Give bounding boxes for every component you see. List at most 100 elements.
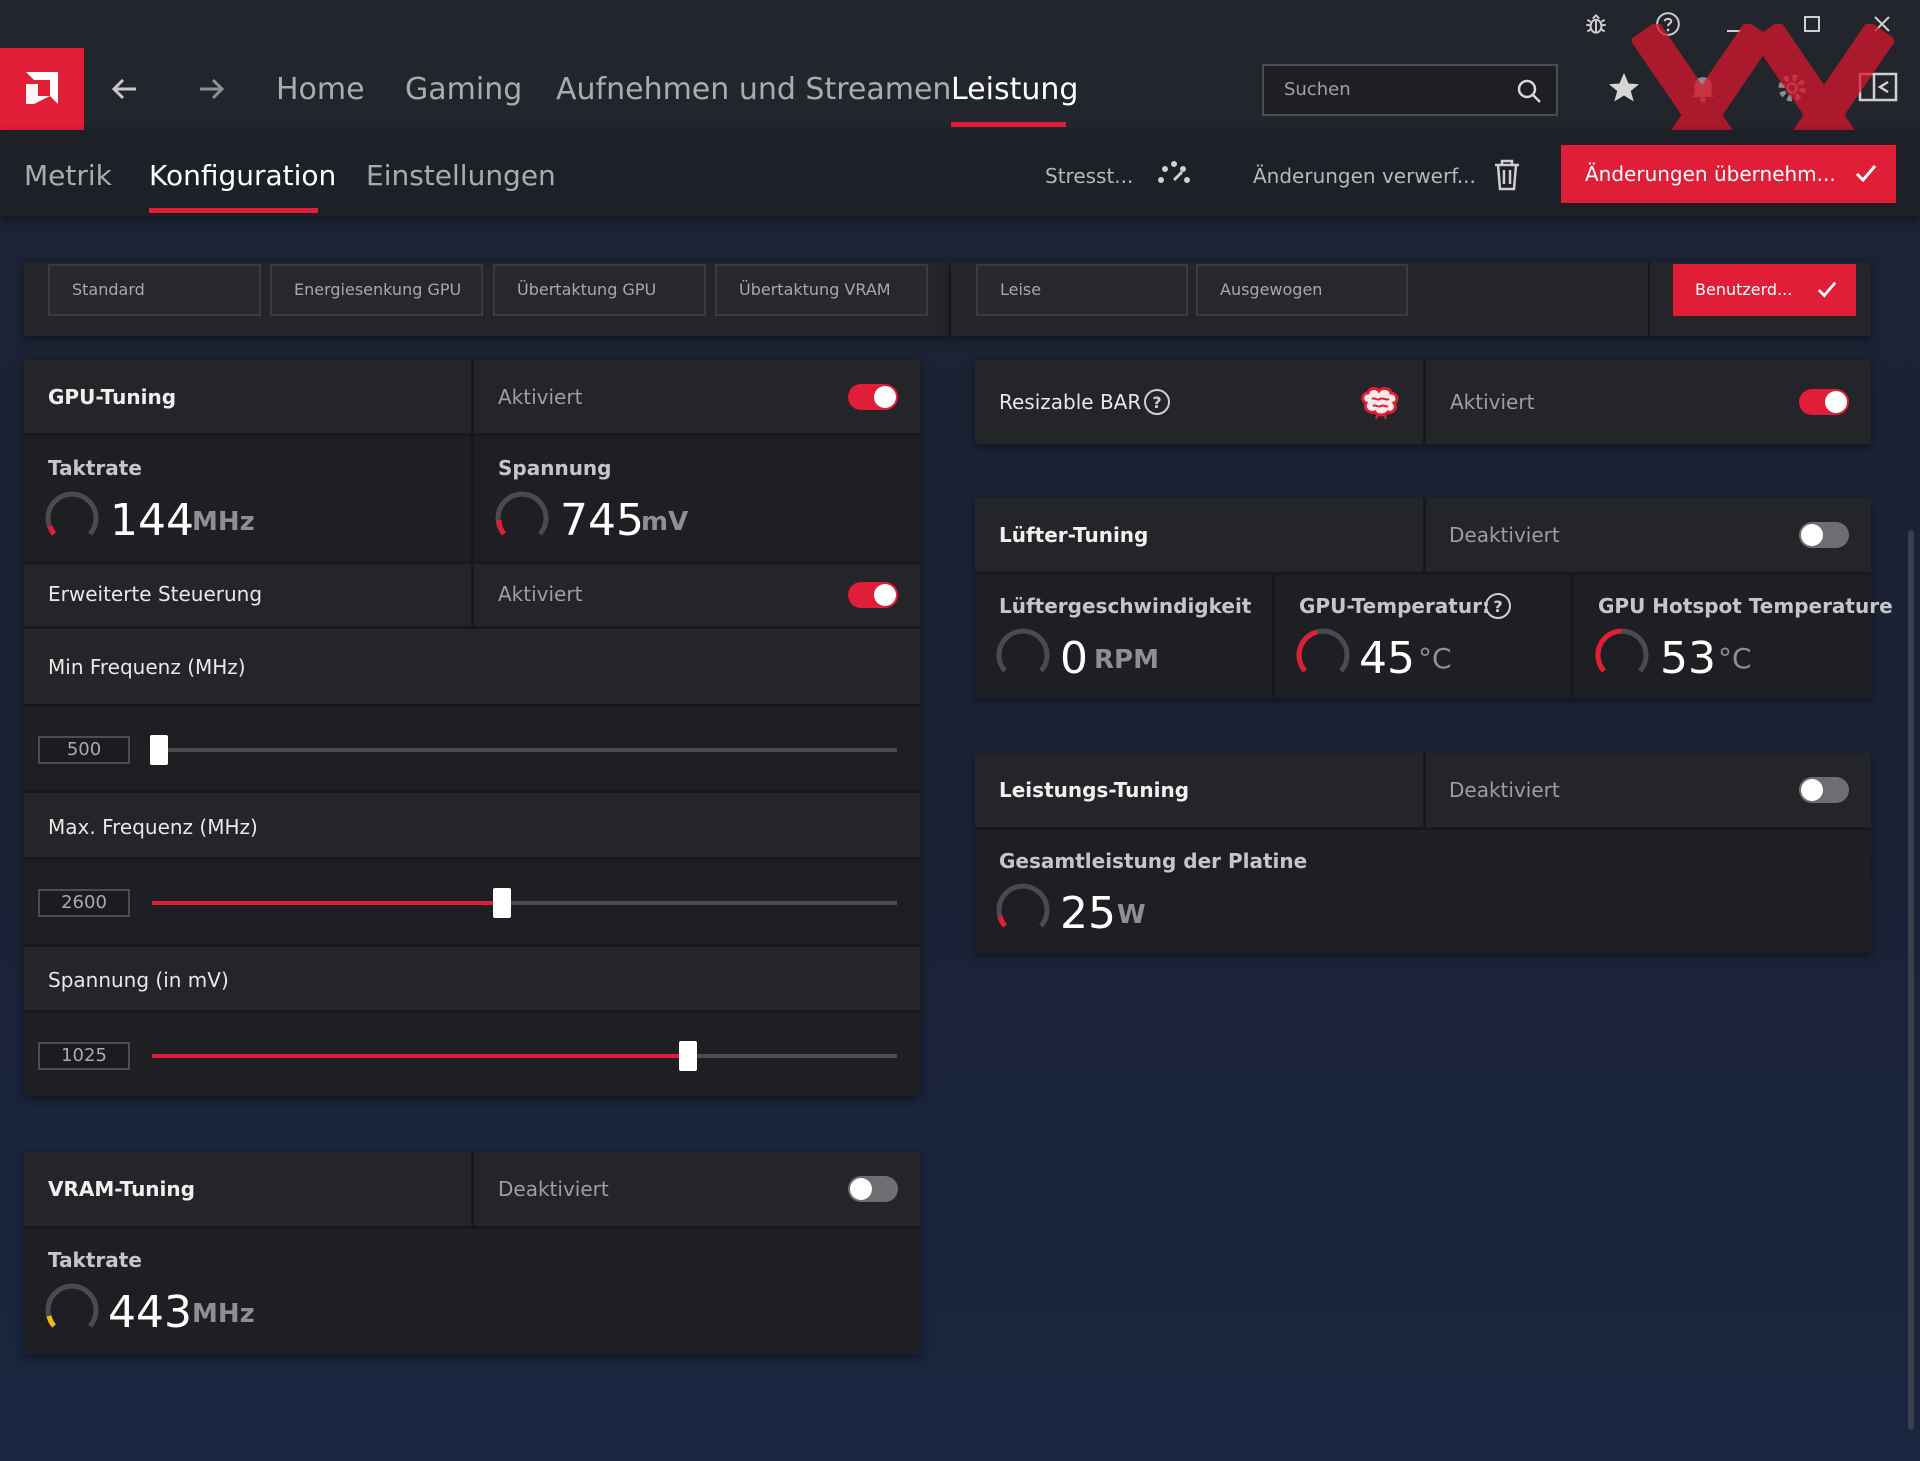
nav-performance[interactable]: Leistung (951, 70, 1078, 110)
preset-gpu-undervolt[interactable]: Energiesenkung GPU (270, 264, 483, 316)
column-divider (471, 1152, 474, 1226)
hotspot-temperature-unit: °C (1718, 642, 1752, 675)
gpu-clock-unit: MHz (192, 507, 255, 537)
nav-record-stream[interactable]: Aufnehmen und Streamen (556, 70, 951, 110)
search-icon[interactable] (1516, 78, 1542, 108)
max-frequency-slider-fill (152, 901, 502, 905)
max-frequency-input[interactable]: 2600 (38, 889, 130, 917)
apply-changes-button[interactable]: Änderungen übernehm... (1561, 145, 1896, 203)
maximize-icon[interactable] (1792, 6, 1832, 42)
help-icon[interactable]: ? (1144, 389, 1170, 415)
vram-clock-value: 443 (108, 1287, 192, 1338)
vram-clock-unit: MHz (192, 1299, 255, 1329)
stress-test-gauge-icon[interactable] (1154, 156, 1194, 192)
scrollbar-thumb[interactable] (1908, 530, 1914, 1430)
advanced-control-toggle[interactable] (848, 582, 898, 608)
board-power-unit: W (1117, 900, 1146, 930)
board-power-value: 25 (1060, 888, 1116, 939)
search-input[interactable]: Suchen (1262, 64, 1558, 116)
min-frequency-slider-thumb[interactable] (150, 735, 168, 765)
favorites-star-icon[interactable] (1606, 70, 1646, 110)
preset-vram-overclock[interactable]: Übertaktung VRAM (715, 264, 928, 316)
nav-home[interactable]: Home (276, 70, 365, 110)
column-divider (1571, 575, 1574, 698)
amd-logo[interactable] (0, 48, 84, 130)
fan-speed-value: 0 (1060, 633, 1088, 684)
preset-quiet[interactable]: Leise (976, 264, 1188, 316)
vram-clock-gauge-icon (44, 1282, 100, 1338)
help-icon[interactable] (1648, 6, 1688, 42)
brain-icon[interactable] (1358, 383, 1402, 423)
toggle-knob (1825, 391, 1847, 413)
back-arrow-icon[interactable] (100, 62, 150, 116)
sidebar-toggle-icon[interactable] (1858, 70, 1900, 110)
min-frequency-input[interactable]: 500 (38, 736, 130, 764)
column-divider (1423, 498, 1426, 572)
fan-speed-gauge-icon (995, 627, 1051, 683)
fan-tuning-title: Lüfter-Tuning (999, 523, 1149, 547)
stress-test-label[interactable]: Stresst... (1045, 160, 1133, 192)
tab-active-indicator (149, 208, 318, 213)
gpu-voltage-unit: mV (641, 507, 689, 537)
advanced-control-label: Erweiterte Steuerung (48, 582, 263, 606)
help-icon[interactable]: ? (1485, 593, 1511, 619)
settings-gear-icon[interactable] (1774, 70, 1814, 110)
trash-icon[interactable] (1492, 158, 1526, 192)
resizable-bar-title: Resizable BAR (999, 390, 1142, 414)
row-divider (24, 626, 920, 629)
minimize-icon[interactable] (1714, 6, 1754, 42)
discard-changes-label[interactable]: Änderungen verwerf... (1253, 160, 1476, 192)
toggle-knob (1801, 779, 1823, 801)
row-divider (24, 790, 920, 793)
gpu-voltage-label: Spannung (498, 456, 612, 480)
preset-gpu-overclock[interactable]: Übertaktung GPU (493, 264, 706, 316)
vram-tuning-state: Deaktiviert (498, 1177, 609, 1201)
voltage-setting-input[interactable]: 1025 (38, 1042, 130, 1070)
apply-changes-label: Änderungen übernehm... (1585, 162, 1836, 186)
forward-arrow-icon[interactable] (186, 62, 236, 116)
row-divider (24, 561, 920, 564)
vram-tuning-toggle[interactable] (848, 1176, 898, 1202)
resizable-bar-toggle[interactable] (1799, 389, 1849, 415)
gpu-tuning-toggle[interactable] (848, 384, 898, 410)
gpu-voltage-gauge-icon (494, 490, 550, 546)
min-frequency-label: Min Frequenz (MHz) (48, 655, 246, 679)
preset-custom-button[interactable]: Benutzerd... (1673, 264, 1856, 316)
row-divider (24, 944, 920, 947)
voltage-setting-slider-thumb[interactable] (679, 1041, 697, 1071)
gpu-temperature-value: 45 (1359, 633, 1415, 684)
gpu-voltage-value: 745 (560, 495, 644, 546)
board-power-label: Gesamtleistung der Platine (999, 849, 1308, 873)
gpu-tuning-state: Aktiviert (498, 385, 583, 409)
bug-report-icon[interactable] (1576, 6, 1616, 42)
gpu-clock-gauge-icon (44, 490, 100, 546)
toggle-knob (874, 584, 896, 606)
tab-configuration[interactable]: Konfiguration (149, 158, 336, 194)
voltage-setting-slider-fill (152, 1054, 688, 1058)
min-frequency-slider-track[interactable] (152, 748, 897, 752)
max-frequency-slider-thumb[interactable] (493, 888, 511, 918)
preset-balanced[interactable]: Ausgewogen (1196, 264, 1408, 316)
power-tuning-title: Leistungs-Tuning (999, 778, 1190, 802)
power-tuning-toggle[interactable] (1799, 777, 1849, 803)
preset-standard[interactable]: Standard (48, 264, 261, 316)
title-bar (0, 0, 1920, 48)
power-tuning-state: Deaktiviert (1449, 778, 1560, 802)
search-placeholder: Suchen (1284, 79, 1351, 100)
notifications-bell-icon[interactable] (1686, 70, 1726, 110)
column-divider (471, 436, 474, 561)
toggle-knob (874, 386, 896, 408)
nav-gaming[interactable]: Gaming (405, 70, 522, 110)
gpu-temperature-unit: °C (1418, 642, 1452, 675)
checkmark-icon (1816, 278, 1838, 304)
column-divider (1423, 753, 1426, 827)
tab-settings[interactable]: Einstellungen (366, 158, 556, 194)
fan-tuning-toggle[interactable] (1799, 522, 1849, 548)
tab-metrics[interactable]: Metrik (24, 158, 112, 194)
close-icon[interactable] (1862, 6, 1902, 42)
resizable-bar-state: Aktiviert (1450, 390, 1535, 414)
hotspot-temperature-label: GPU Hotspot Temperature (1598, 594, 1893, 618)
board-power-gauge-icon (995, 882, 1051, 938)
fan-speed-label: Lüftergeschwindigkeit (999, 594, 1252, 618)
gpu-clock-label: Taktrate (48, 456, 142, 480)
